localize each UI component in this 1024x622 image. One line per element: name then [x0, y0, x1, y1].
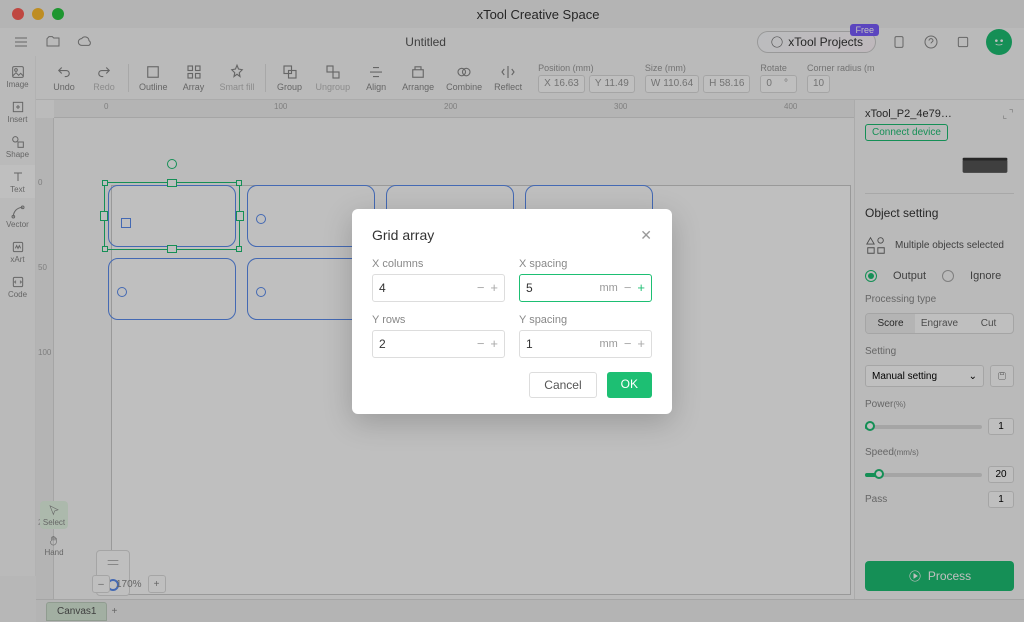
ok-button[interactable]: OK: [607, 372, 652, 398]
xspacing-label: X spacing: [519, 258, 652, 270]
dialog-title: Grid array: [372, 227, 434, 243]
xcols-label: X columns: [372, 258, 505, 270]
xspacing-unit: mm: [599, 282, 617, 294]
plus-icon[interactable]: +: [490, 336, 498, 351]
yspacing-value: 1: [526, 337, 599, 351]
yspacing-label: Y spacing: [519, 314, 652, 326]
plus-icon[interactable]: +: [490, 280, 498, 295]
minus-icon[interactable]: −: [477, 280, 485, 295]
yrows-label: Y rows: [372, 314, 505, 326]
plus-icon[interactable]: +: [637, 280, 645, 295]
xspacing-value: 5: [526, 281, 599, 295]
minus-icon[interactable]: −: [477, 336, 485, 351]
grid-array-dialog: Grid array ✕ X columns 4 −+ X spacing 5 …: [352, 209, 672, 414]
plus-icon[interactable]: +: [637, 336, 645, 351]
yrows-input[interactable]: 2 −+: [372, 330, 505, 358]
xspacing-input[interactable]: 5 mm −+: [519, 274, 652, 302]
xcols-input[interactable]: 4 −+: [372, 274, 505, 302]
cancel-button[interactable]: Cancel: [529, 372, 596, 398]
yspacing-unit: mm: [599, 338, 617, 350]
close-icon[interactable]: ✕: [640, 227, 652, 244]
yspacing-input[interactable]: 1 mm −+: [519, 330, 652, 358]
minus-icon[interactable]: −: [624, 336, 632, 351]
yrows-value: 2: [379, 337, 477, 351]
minus-icon[interactable]: −: [624, 280, 632, 295]
xcols-value: 4: [379, 281, 477, 295]
modal-overlay: Grid array ✕ X columns 4 −+ X spacing 5 …: [0, 0, 1024, 622]
